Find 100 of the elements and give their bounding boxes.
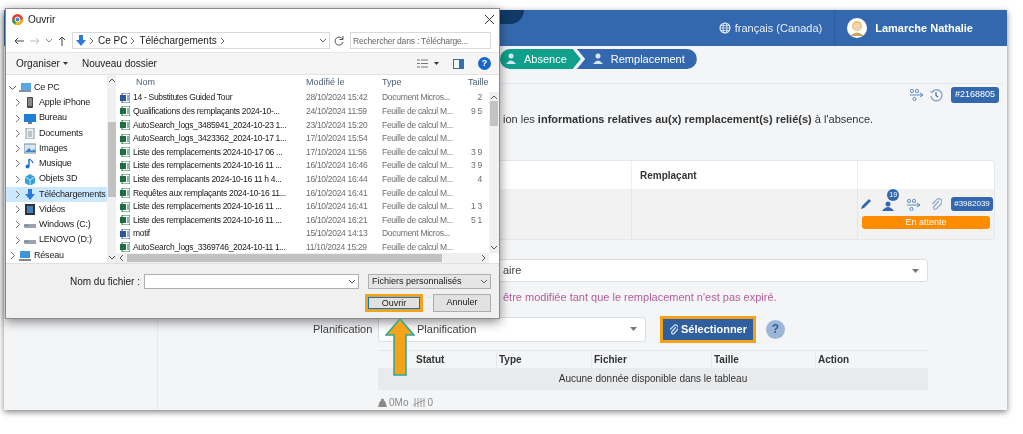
user-name[interactable]: Lamarche Nathalie	[875, 19, 973, 37]
workflow-icon	[906, 199, 923, 211]
caret-icon	[62, 62, 68, 65]
phone-icon	[24, 97, 36, 109]
column-header: Type	[499, 352, 522, 367]
file-size: 1 3	[471, 201, 482, 212]
cube-icon	[24, 173, 36, 185]
film-icon	[24, 204, 36, 216]
search-field[interactable]: Rechercher dans : Télécharge...	[350, 32, 491, 49]
tree-item[interactable]: Windows (C:)	[6, 217, 107, 233]
tree-item[interactable]: Images	[6, 141, 107, 157]
file-size: 5 1	[471, 214, 482, 225]
spreadsheet-icon	[120, 133, 130, 144]
file-type: Feuille de calcul M...	[382, 146, 453, 157]
file-type: Feuille de calcul M...	[382, 160, 453, 171]
back-icon	[14, 36, 24, 45]
refresh-icon	[334, 35, 344, 46]
spreadsheet-icon	[120, 160, 130, 171]
document-icon	[24, 127, 36, 139]
person-icon	[592, 53, 605, 65]
file-name[interactable]: motif	[133, 227, 150, 241]
language-selector[interactable]: français (Canada)	[734, 19, 823, 37]
file-type: Feuille de calcul M...	[382, 187, 453, 198]
scroll-thumb[interactable]	[107, 122, 116, 197]
dialog-button[interactable]: Annuler	[433, 294, 491, 312]
file-type: Feuille de calcul M...	[382, 119, 453, 130]
view-list-icon	[417, 59, 428, 68]
toolbar-button[interactable]: Organiser	[16, 56, 68, 71]
dialog-button[interactable]: Ouvrir	[365, 294, 423, 312]
toolbar-button[interactable]: Nouveau dossier	[81, 56, 157, 71]
caret-icon	[434, 62, 439, 65]
total-size: 0Mo	[389, 395, 409, 410]
chevron-right-icon	[220, 37, 225, 44]
file-name[interactable]: AutoSearch_logs_3423362_2024-10-17 1...	[133, 132, 287, 145]
image-icon	[24, 143, 36, 155]
file-date: 28/10/2024 15:42	[306, 92, 368, 103]
file-name[interactable]: Liste des remplacements 2024-10-17 06 ...	[133, 145, 283, 159]
tree-item[interactable]: Bureau	[6, 110, 107, 126]
file-type: Document Micros...	[382, 92, 450, 103]
column-header: Statut	[416, 352, 445, 367]
chevron-right-icon	[131, 37, 136, 44]
file-name[interactable]: Liste des remplacements 2024-10-16 11 ...	[133, 213, 282, 227]
file-size: 3 9	[471, 146, 482, 157]
scroll-thumb[interactable]	[490, 101, 498, 126]
scroll-thumb[interactable]	[127, 254, 442, 262]
file-type: Feuille de calcul M...	[382, 201, 453, 212]
file-name[interactable]: AutoSearch_logs_3369746_2024-10-11 1...	[133, 240, 286, 254]
chevron-right-icon	[90, 37, 94, 44]
computer-icon	[19, 82, 31, 94]
filename-field[interactable]	[144, 274, 359, 289]
tree-item[interactable]: Ce PC	[6, 80, 107, 96]
file-name[interactable]: Liste des remplacements 2024-10-16 11 ...	[133, 159, 282, 173]
column-header[interactable]: Taille	[468, 76, 489, 90]
download-icon	[24, 188, 36, 200]
column-header[interactable]: Modifié le	[306, 76, 345, 90]
chevron-down-icon	[108, 256, 115, 260]
spreadsheet-icon	[120, 201, 130, 212]
tree-item[interactable]: Vidéos	[6, 202, 107, 218]
scrollbar-track[interactable]	[106, 75, 116, 263]
file-type-select[interactable]: Fichiers personnalisés	[368, 274, 491, 289]
empty-table-message: Aucune donnée disponible dans le tableau	[378, 367, 928, 390]
file-date: 23/10/2024 15:20	[306, 119, 368, 130]
paperclip-icon	[931, 198, 943, 211]
file-type: Feuille de calcul M...	[382, 133, 453, 144]
file-name[interactable]: Liste des remplacants 2024-10-16 11 h 4...	[133, 173, 282, 186]
column-header[interactable]: Nom	[136, 76, 155, 90]
column-header: Remplaçant	[640, 168, 697, 183]
record-id: #3982039	[951, 197, 993, 211]
help-button[interactable]: ?	[478, 57, 491, 70]
tree-item[interactable]: Apple iPhone	[6, 95, 107, 111]
file-date: 24/10/2024 11:59	[306, 106, 367, 116]
file-name[interactable]: Liste des remplacements 2024-10-16 11 ...	[133, 200, 282, 213]
scrollbar-track[interactable]	[489, 92, 499, 253]
file-name[interactable]: Requêtes aux remplaçants 2024-10-16 11...	[133, 186, 286, 200]
tree-item[interactable]: Musique	[6, 156, 107, 172]
file-count: 0	[427, 395, 433, 410]
tree-item[interactable]: Documents	[6, 125, 107, 141]
path-segment[interactable]: Téléchargements	[139, 33, 217, 48]
file-name[interactable]: Qualifications des remplaçants 2024-10-...	[133, 105, 280, 118]
tree-item[interactable]: Téléchargements	[6, 186, 107, 202]
file-size: 9 5	[471, 106, 482, 116]
step-tab[interactable]: Remplacement	[576, 49, 697, 69]
column-header[interactable]: Type	[382, 76, 402, 90]
tree-item[interactable]: Objets 3D	[6, 171, 107, 187]
file-date: 15/10/2024 14:13	[306, 228, 368, 239]
chevron-up-icon	[108, 78, 115, 82]
scrollbar-track[interactable]	[116, 253, 489, 263]
file-size: 3 9	[471, 160, 482, 171]
path-segment[interactable]: Ce PC	[98, 33, 128, 48]
field-label: Nom du fichier :	[69, 275, 140, 289]
chevron-down-icon	[491, 246, 497, 250]
address-bar[interactable]: Ce PC Téléchargements	[72, 32, 330, 49]
select-button[interactable]: Sélectionner	[660, 315, 757, 343]
tree-item[interactable]: Réseau	[6, 247, 107, 263]
file-name[interactable]: AutoSearch_logs_3485941_2024-10-23 1...	[133, 118, 287, 132]
tree-item[interactable]: LENOVO (D:)	[6, 232, 107, 248]
file-name[interactable]: 14 - Substitutes Guided Tour	[133, 91, 233, 105]
people-icon	[881, 201, 896, 211]
caret-icon	[630, 327, 637, 331]
file-date: 16/10/2024 16:41	[306, 201, 368, 212]
